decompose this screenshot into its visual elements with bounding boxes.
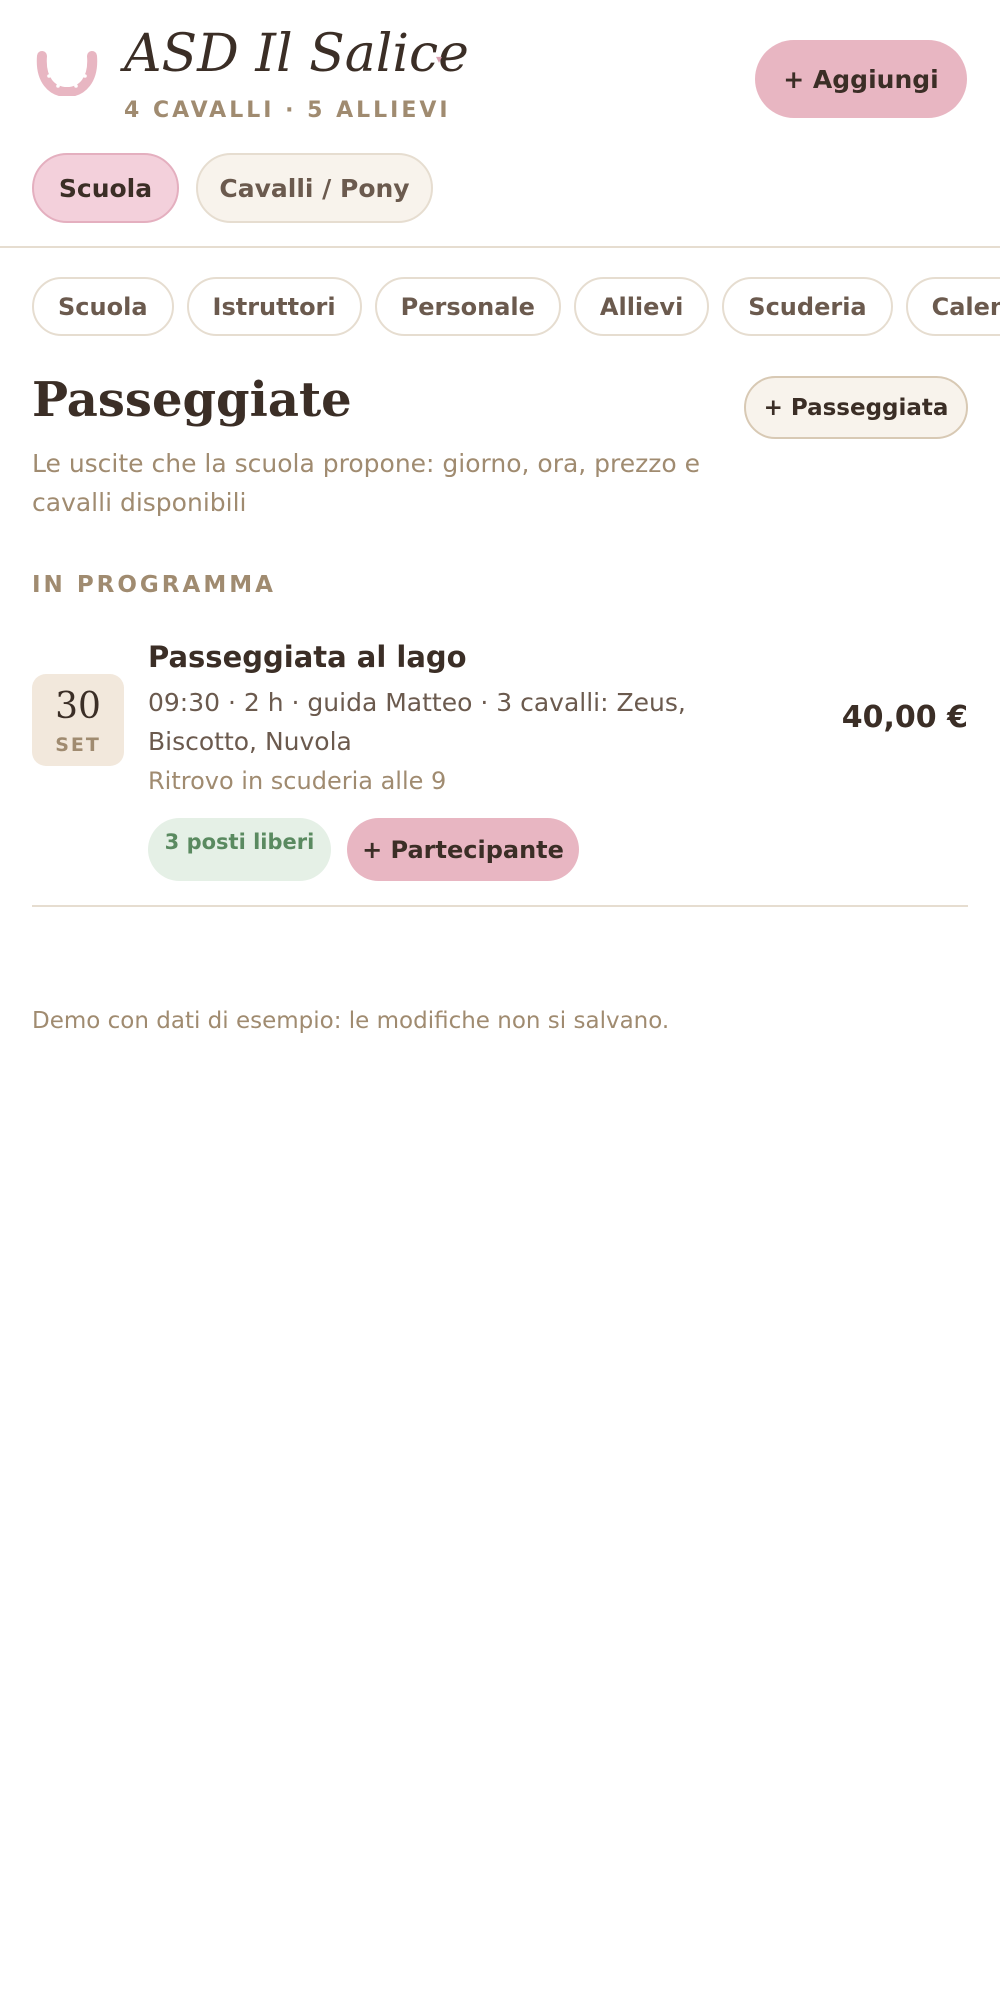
app-header: ASD Il Salice ▾ 4 CAVALLI · 5 ALLIEVI + …	[0, 0, 1000, 248]
divider	[32, 905, 968, 907]
tab-allievi[interactable]: Allievi	[573, 277, 710, 336]
availability-badge: 3 posti liberi	[148, 818, 331, 881]
page-title: Passeggiate	[32, 372, 352, 428]
club-summary: 4 CAVALLI · 5 ALLIEVI	[124, 98, 451, 123]
section-label: IN PROGRAMMA	[32, 572, 276, 598]
event-date: 30 SET	[32, 674, 124, 766]
tab-calendario[interactable]: Calendario	[905, 277, 1000, 336]
event-day: 30	[55, 686, 101, 727]
section-tabs: Scuola Istruttori Personale Allievi Scud…	[32, 277, 1000, 337]
event-month: SET	[55, 734, 101, 756]
club-switcher-caret-icon[interactable]: ▾	[436, 52, 442, 66]
demo-note: Demo con dati di esempio: le modifiche n…	[32, 1008, 670, 1034]
tab-scuola[interactable]: Scuola	[32, 277, 174, 336]
horseshoe-icon	[36, 51, 98, 96]
add-participant-button[interactable]: + Partecipante	[347, 818, 579, 881]
event-title[interactable]: Passeggiata al lago	[148, 640, 467, 674]
tab-scuderia[interactable]: Scuderia	[722, 277, 893, 336]
tab-istruttori[interactable]: Istruttori	[186, 277, 362, 336]
event-meta: 09:30 · 2 h · guida Matteo · 3 cavalli: …	[148, 688, 686, 756]
club-name[interactable]: ASD Il Salice	[124, 24, 469, 84]
event-price: 40,00 €	[841, 700, 968, 735]
tab-personale[interactable]: Personale	[374, 277, 561, 336]
add-button[interactable]: + Aggiungi	[755, 40, 967, 118]
segment-cavalli-pony[interactable]: Cavalli / Pony	[196, 153, 433, 223]
event-note: Ritrovo in scuderia alle 9	[148, 767, 447, 795]
add-passeggiata-button[interactable]: + Passeggiata	[744, 376, 968, 439]
segment-scuola[interactable]: Scuola	[32, 153, 179, 223]
page-description: Le uscite che la scuola propone: giorno,…	[32, 449, 701, 517]
